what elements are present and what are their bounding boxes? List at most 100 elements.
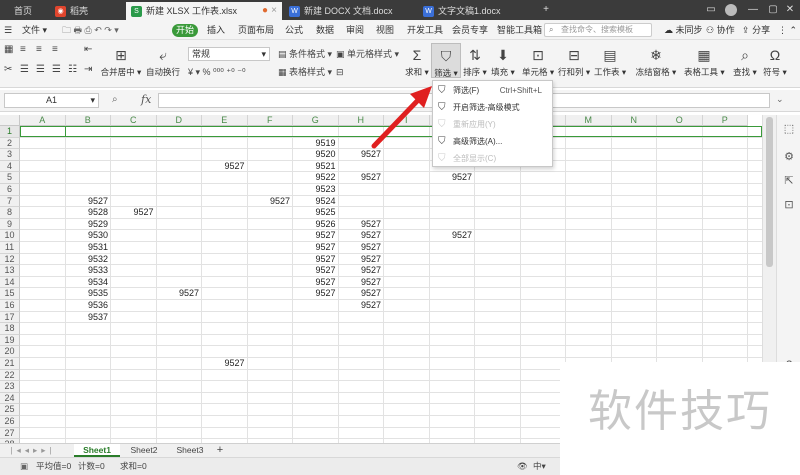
row-header-10[interactable]: 10 (0, 230, 20, 242)
cell-g3[interactable]: 9520 (293, 149, 339, 161)
fill-button[interactable]: ⬇ 填充 ▾ (490, 46, 516, 78)
cut-icon[interactable]: ✂ (4, 64, 12, 76)
tab-member[interactable]: 会员专享 (452, 20, 488, 40)
row-header-1[interactable]: 1 (0, 126, 20, 138)
row-header-3[interactable]: 3 (0, 149, 20, 161)
row-header-2[interactable]: 2 (0, 137, 20, 150)
new-tab-icon[interactable]: + (538, 0, 554, 20)
tab-view[interactable]: 视图 (376, 20, 394, 40)
backup-icon[interactable]: ⊡ (781, 197, 797, 213)
row-header-25[interactable]: 25 (0, 404, 20, 416)
cell-c8[interactable]: 9527 (111, 207, 157, 219)
eye-protection-icon[interactable]: 👁 (517, 458, 528, 475)
collaborate-button[interactable]: ⚇ 协作 (706, 20, 735, 40)
tab-docx2[interactable]: W 文字文稿1.docx (418, 2, 536, 20)
cell-g10[interactable]: 9527 (293, 230, 339, 242)
column-header-a[interactable]: A (20, 115, 66, 126)
layout-icon[interactable]: ▭ (700, 0, 722, 20)
column-header-p[interactable]: P (702, 115, 748, 126)
share-panel-icon[interactable]: ⇱ (781, 173, 797, 189)
menu-item-filter[interactable]: ⛉ 筛选(F) Ctrl+Shift+L (433, 82, 552, 99)
row-header-18[interactable]: 18 (0, 323, 20, 335)
conditional-format-button[interactable]: ▤ 条件格式 ▾ (278, 48, 332, 60)
row-header-24[interactable]: 24 (0, 392, 20, 405)
search-input[interactable]: ⌕ 查找命令、搜索模板 (544, 23, 652, 37)
tab-xlsx[interactable]: S 新建 XLSX 工作表.xlsx ● × (126, 2, 282, 20)
find-button[interactable]: ⌕ 查找 ▾ (732, 46, 758, 78)
cell-g5[interactable]: 9522 (293, 172, 339, 184)
properties-icon[interactable]: ⚙ (781, 149, 797, 165)
row-header-22[interactable]: 22 (0, 369, 20, 382)
more-icon[interactable]: ⋮ ⌃ (778, 20, 797, 40)
cell-f7[interactable]: 9527 (248, 196, 294, 208)
name-box[interactable]: A1 ▾ (4, 93, 99, 108)
cell-b9[interactable]: 9529 (66, 219, 112, 231)
avatar[interactable] (722, 0, 740, 20)
align-middle-icon[interactable]: ≡ (36, 44, 42, 56)
cell-j10[interactable]: 9527 (430, 230, 476, 242)
tab-insert[interactable]: 插入 (207, 20, 225, 40)
sheet-tab-3[interactable]: Sheet3 (168, 444, 212, 457)
freeze-panes-button[interactable]: ❄ 冻结窗格 ▾ (634, 46, 678, 78)
sync-status[interactable]: ☁ 未同步 (664, 20, 703, 40)
scroll-thumb[interactable] (766, 117, 773, 267)
cell-h15[interactable]: 9527 (339, 288, 385, 300)
row-header-12[interactable]: 12 (0, 253, 20, 266)
align-left-icon[interactable]: ☰ (20, 64, 29, 76)
cell-e4[interactable]: 9527 (202, 161, 248, 173)
cell-d15[interactable]: 9527 (157, 288, 203, 300)
row-header-5[interactable]: 5 (0, 172, 20, 184)
cell-h16[interactable]: 9527 (339, 300, 385, 312)
expand-formula-icon[interactable]: ⌄ (776, 94, 784, 105)
cell-button[interactable]: ⊡ 单元格 ▾ (522, 46, 554, 78)
cell-g12[interactable]: 9527 (293, 254, 339, 266)
cell-g7[interactable]: 9524 (293, 196, 339, 208)
tab-page-layout[interactable]: 页面布局 (238, 20, 274, 40)
cell-b16[interactable]: 9536 (66, 300, 112, 312)
row-header-27[interactable]: 27 (0, 427, 20, 440)
close-window-icon[interactable]: ✕ (780, 0, 800, 20)
tab-data[interactable]: 数据 (316, 20, 334, 40)
sort-button[interactable]: ⇅ 排序 ▾ (462, 46, 488, 78)
row-header-21[interactable]: 21 (0, 358, 20, 370)
row-header-26[interactable]: 26 (0, 416, 20, 428)
select-all-corner[interactable] (0, 115, 20, 126)
add-sheet-icon[interactable]: + (212, 444, 228, 457)
wrap-text-button[interactable]: ⤶ 自动换行 (146, 46, 180, 78)
row-header-13[interactable]: 13 (0, 265, 20, 277)
tab-home[interactable]: 首页 (0, 2, 48, 20)
cell-style-button[interactable]: ▣ 单元格样式 ▾ (336, 48, 399, 60)
column-header-o[interactable]: O (657, 115, 703, 126)
active-cell[interactable] (20, 126, 66, 137)
sheet-nav-arrows-icon[interactable]: |◂◂▸▸| (2, 444, 64, 457)
select-tool-icon[interactable]: ⬚ (781, 121, 797, 137)
number-format-select[interactable]: 常规 ▾ (188, 47, 270, 61)
cell-g6[interactable]: 9523 (293, 184, 339, 196)
column-header-g[interactable]: G (293, 115, 339, 126)
cell-b11[interactable]: 9531 (66, 242, 112, 254)
cell-b8[interactable]: 9528 (66, 207, 112, 219)
row-header-8[interactable]: 8 (0, 207, 20, 219)
cell-b15[interactable]: 9535 (66, 288, 112, 300)
align-top-icon[interactable]: ≡ (20, 44, 26, 56)
macro-icon[interactable]: ▣ (20, 458, 28, 475)
menu-item-advanced-filter[interactable]: ⛉ 高级筛选(A)... (433, 133, 552, 150)
cell-h14[interactable]: 9527 (339, 277, 385, 289)
cell-e21[interactable]: 9527 (202, 358, 248, 370)
row-col-button[interactable]: ⊟ 行和列 ▾ (558, 46, 590, 78)
cell-g11[interactable]: 9527 (293, 242, 339, 254)
sheet-tab-2[interactable]: Sheet2 (122, 444, 166, 457)
table-tools-button[interactable]: ▦ 表格工具 ▾ (684, 46, 725, 78)
hamburger-icon[interactable]: ☰ (4, 20, 12, 40)
align-right-icon[interactable]: ☰ (52, 64, 61, 76)
cell-g2[interactable]: 9519 (293, 138, 339, 150)
menu-item-advanced-mode[interactable]: ⛉ 开启筛选-高级模式 (433, 99, 552, 116)
indent-increase-icon[interactable]: ⇥ (84, 64, 92, 76)
indent-decrease-icon[interactable]: ⇤ (84, 44, 92, 56)
worksheet-button[interactable]: ▤ 工作表 ▾ (594, 46, 626, 78)
cell-g4[interactable]: 9521 (293, 161, 339, 173)
style-extra-icon[interactable]: ⊟ (336, 66, 344, 78)
tab-docer[interactable]: ◉ 稻壳 (50, 2, 124, 20)
row-header-15[interactable]: 15 (0, 288, 20, 300)
distribute-icon[interactable]: ☷ (68, 64, 77, 76)
